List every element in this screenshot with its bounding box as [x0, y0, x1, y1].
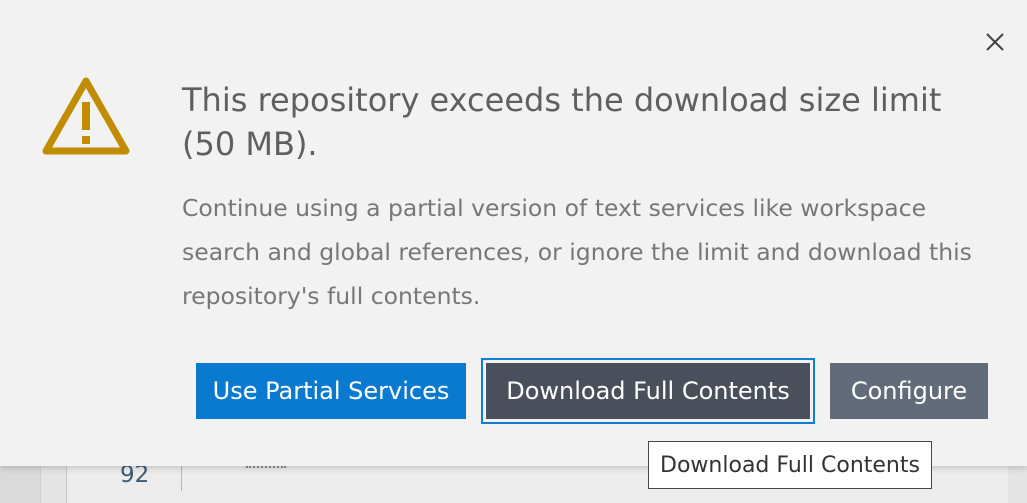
size-limit-dialog: This repository exceeds the download siz… — [0, 0, 1027, 466]
close-icon[interactable] — [985, 32, 1005, 52]
use-partial-services-button[interactable]: Use Partial Services — [196, 363, 466, 419]
dialog-title: This repository exceeds the download siz… — [182, 81, 942, 163]
configure-button[interactable]: Configure — [830, 363, 988, 419]
line-number: 92 — [120, 462, 150, 488]
warning-icon — [42, 77, 130, 155]
close-button[interactable] — [981, 28, 1009, 56]
gutter-separator — [181, 466, 182, 491]
dialog-description: Continue using a partial version of text… — [182, 194, 972, 310]
code-fragment — [246, 466, 286, 471]
activity-bar — [0, 466, 41, 503]
tooltip: Download Full Contents — [648, 441, 932, 489]
download-full-contents-button[interactable]: Download Full Contents — [481, 358, 815, 424]
